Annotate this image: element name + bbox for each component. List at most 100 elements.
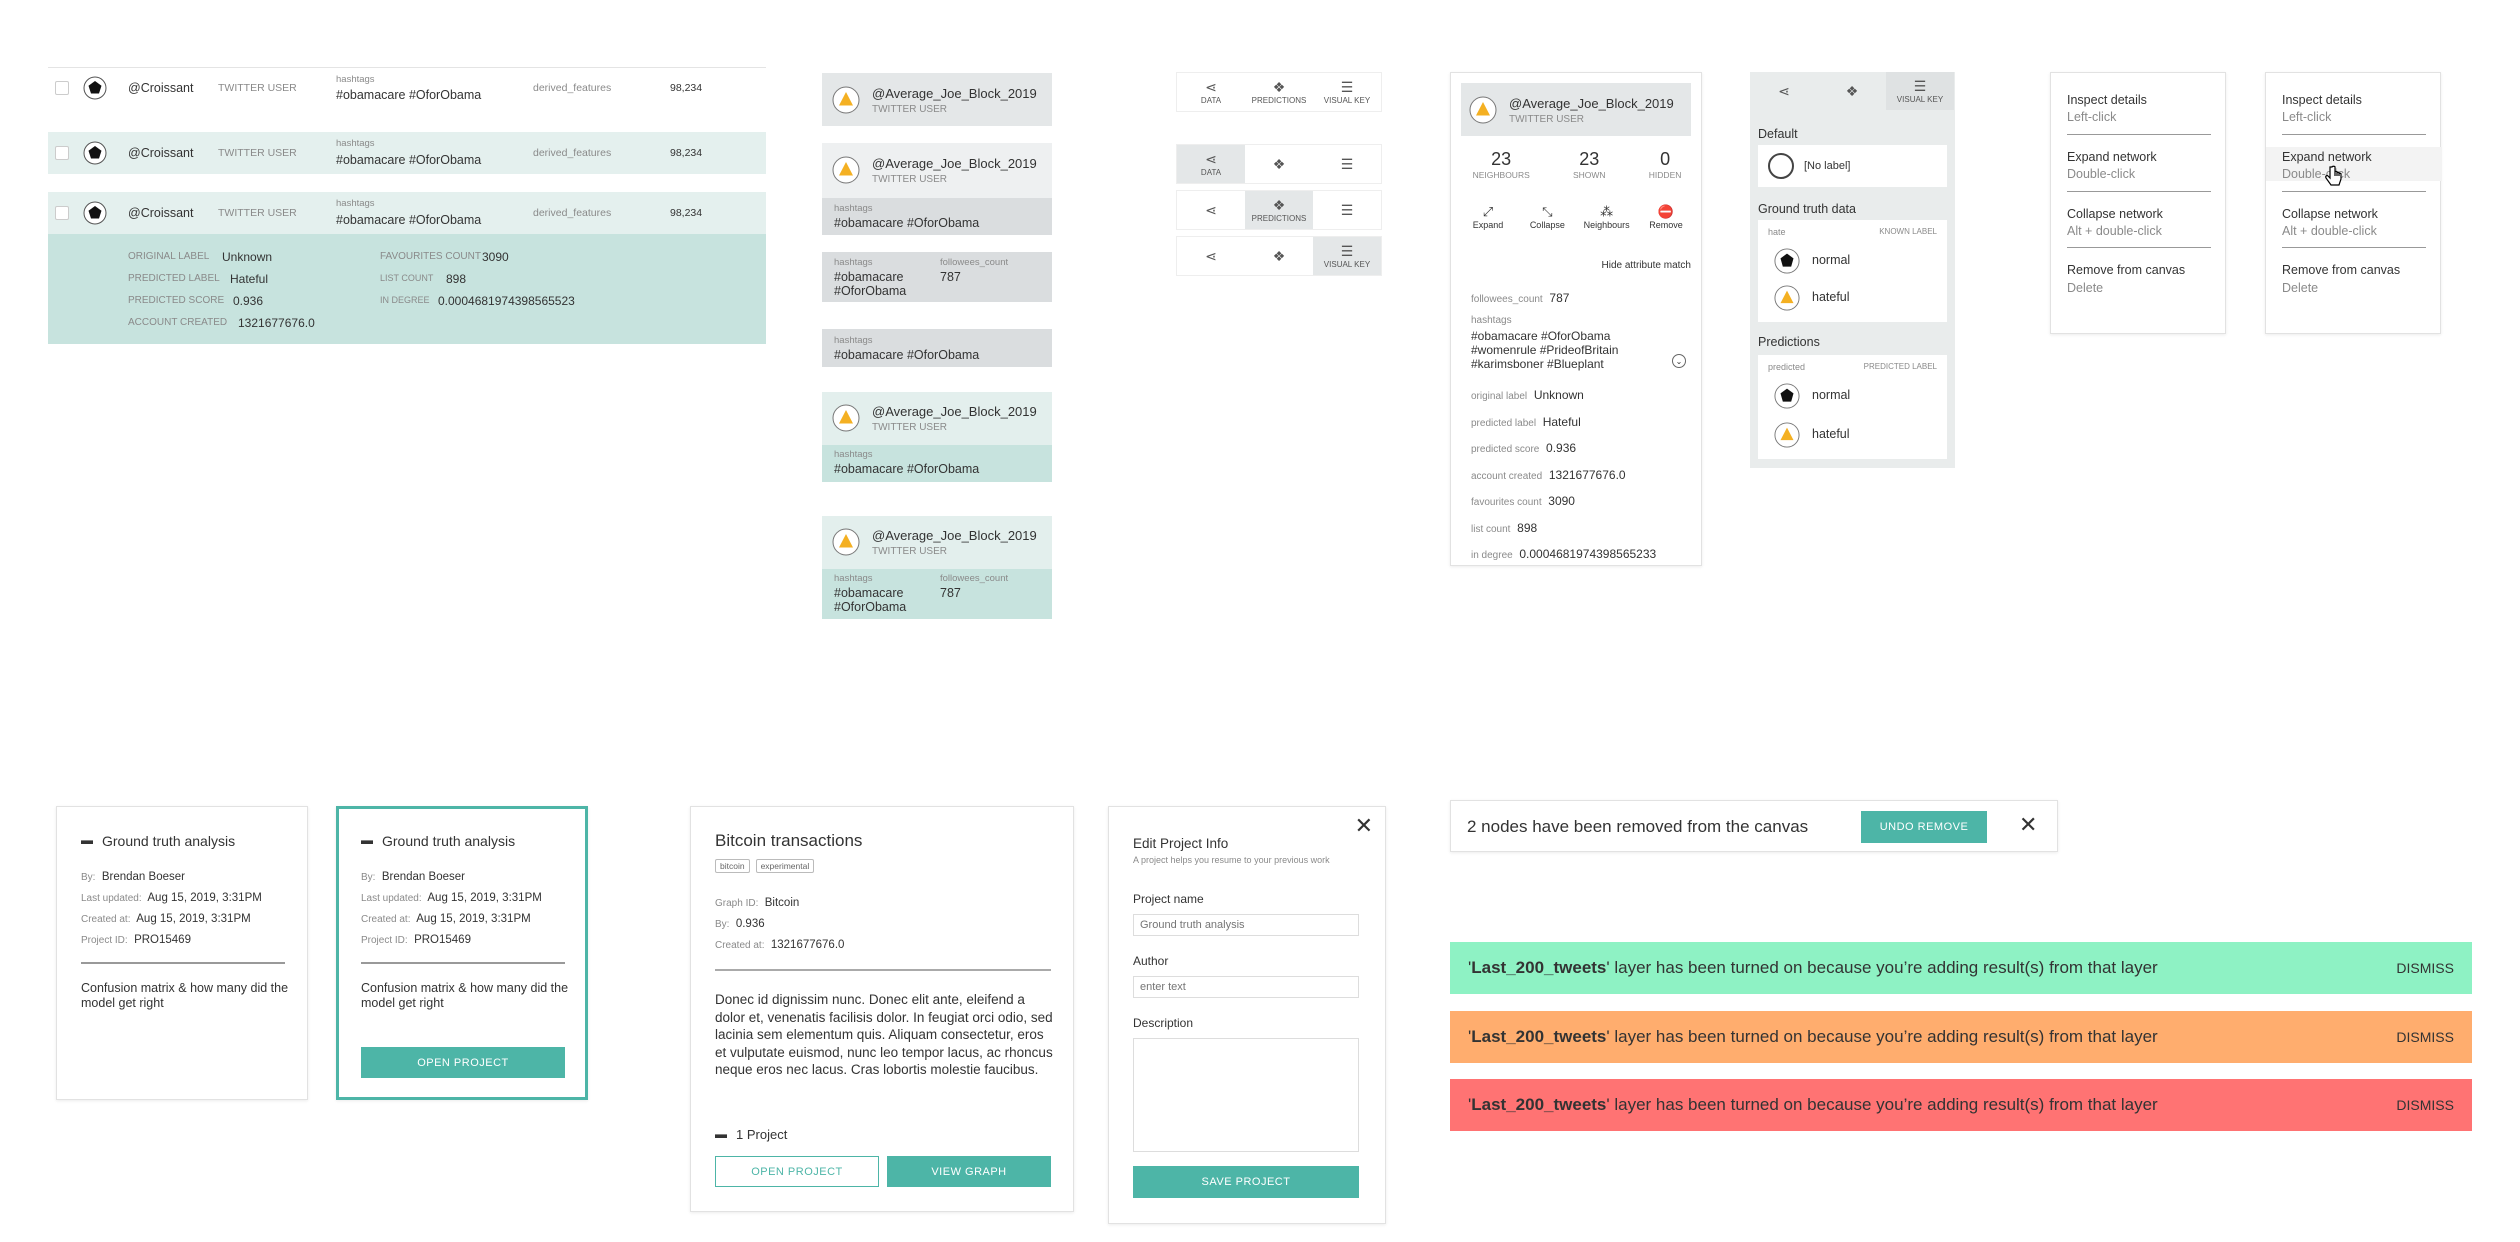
hateful-triangle-icon — [1469, 96, 1497, 124]
chevron-down-icon[interactable]: ⌄ — [1672, 354, 1686, 368]
hateful-triangle-icon — [832, 528, 860, 556]
predictions-icon: ❖ — [1272, 197, 1286, 213]
description-input[interactable] — [1133, 1038, 1359, 1152]
view-graph-button[interactable]: VIEW GRAPH — [887, 1156, 1051, 1187]
tab-visual-key[interactable]: ☰ VISUAL KEY — [1313, 73, 1381, 111]
row-derived: derived_features — [533, 207, 612, 219]
row-handle: @Croissant — [128, 81, 194, 95]
tab-data[interactable]: ⋖ — [1750, 72, 1818, 110]
menu-item-inspect[interactable]: Inspect details Left-click — [2282, 90, 2426, 124]
node-card[interactable]: @Average_Joe_Block_2019 TWITTER USER — [822, 73, 1052, 126]
tab-predictions[interactable]: ❖ — [1245, 145, 1313, 183]
row-value: 98,234 — [670, 207, 703, 219]
user-node-icon — [83, 141, 107, 165]
menu-item-remove[interactable]: Remove from canvas Delete — [2067, 260, 2211, 294]
tab-data[interactable]: ⋖ DATA — [1177, 73, 1245, 111]
project-description: Confusion matrix & how many did the mode… — [81, 981, 289, 1010]
node-card[interactable]: hashtags #obamacare #OforObama — [822, 329, 1052, 367]
hateful-triangle-icon — [1774, 285, 1800, 311]
folder-icon: ▬ — [81, 833, 93, 847]
tag-bitcoin: bitcoin — [715, 859, 750, 873]
table-row[interactable]: @Croissant TWITTER USER hashtags #obamac… — [48, 68, 766, 108]
project-card-selected[interactable]: ▬ Ground truth analysis By: Brendan Boes… — [336, 806, 588, 1100]
row-checkbox[interactable] — [55, 206, 69, 220]
visual-key-panel: ⋖ ❖ ☰ VISUAL KEY Default [No label] Groun… — [1750, 72, 1955, 468]
close-icon[interactable]: ✕ — [1355, 813, 1373, 839]
tab-predictions[interactable]: ❖ — [1245, 237, 1313, 275]
hateful-triangle-icon — [832, 404, 860, 432]
share-icon: ⋖ — [1205, 79, 1217, 95]
tab-data[interactable]: ⋖ — [1177, 237, 1245, 275]
hide-attribute-match-link[interactable]: Hide attribute match — [1602, 260, 1692, 271]
project-title: Ground truth analysis — [102, 833, 236, 849]
menu-item-remove[interactable]: Remove from canvas Delete — [2282, 260, 2426, 294]
row-checkbox[interactable] — [55, 146, 69, 160]
expand-button[interactable]: ⤢ Expand — [1461, 204, 1515, 230]
list-icon: ☰ — [1340, 79, 1354, 95]
tab-visual-key[interactable]: ☰ VISUAL KEY — [1886, 72, 1954, 110]
tab-data[interactable]: ⋖ — [1177, 191, 1245, 229]
row-hashtags: #obamacare #OforObama — [336, 88, 482, 102]
undo-remove-button[interactable]: UNDO REMOVE — [1861, 811, 1987, 843]
row-checkbox[interactable] — [55, 81, 69, 95]
stat-neighbours: 23 NEIGHBOURS — [1472, 149, 1530, 180]
list-icon: ☰ — [1340, 201, 1354, 218]
dismiss-button[interactable]: DISMISS — [2396, 960, 2454, 976]
tab-visual-key[interactable]: ☰ VISUAL KEY — [1313, 237, 1381, 275]
share-icon: ⋖ — [1778, 82, 1790, 99]
tab-predictions[interactable]: ❖ — [1818, 72, 1886, 110]
row-derived: derived_features — [533, 147, 612, 159]
row-user-type: TWITTER USER — [218, 147, 297, 159]
close-icon[interactable]: ✕ — [2019, 812, 2037, 838]
node-card[interactable]: @Average_Joe_Block_2019 TWITTER USER has… — [822, 516, 1052, 619]
open-project-button[interactable]: OPEN PROJECT — [715, 1156, 879, 1187]
row-value: 98,234 — [670, 147, 703, 159]
tab-data[interactable]: ⋖ DATA — [1177, 145, 1245, 183]
table-row-expanded[interactable]: @Croissant TWITTER USER hashtags #obamac… — [48, 192, 766, 234]
save-project-button[interactable]: SAVE PROJECT — [1133, 1166, 1359, 1198]
folder-icon: ▬ — [715, 1127, 727, 1141]
node-card[interactable]: hashtags #obamacare #OforObama followees… — [822, 252, 1052, 302]
menu-item-expand[interactable]: Expand network Double-click — [2067, 147, 2211, 181]
context-menu: Inspect details Left-click Expand network… — [2265, 72, 2442, 334]
open-project-button[interactable]: OPEN PROJECT — [361, 1047, 565, 1078]
row-value: 98,234 — [670, 82, 703, 94]
tab-visual-key[interactable]: ☰ — [1313, 145, 1381, 183]
collapse-button[interactable]: ⤡ Collapse — [1520, 204, 1574, 230]
neighbours-icon: ⁂ — [1600, 204, 1614, 219]
menu-item-expand[interactable]: Expand network Double-click — [2266, 146, 2442, 181]
normal-pentagon-icon — [1774, 248, 1800, 274]
graph-card: Bitcoin transactions bitcoin experimenta… — [690, 806, 1074, 1212]
row-hashtags: #obamacare #OforObama — [336, 213, 482, 227]
hand-cursor-icon — [2325, 165, 2342, 186]
notification-orange: 'Last_200_tweets' layer has been turned … — [1450, 1011, 2472, 1063]
project-card[interactable]: ▬ Ground truth analysis By: Brendan Boes… — [56, 806, 308, 1100]
tab-predictions[interactable]: ❖ PREDICTIONS — [1245, 73, 1313, 111]
tab-predictions[interactable]: ❖ PREDICTIONS — [1245, 191, 1313, 229]
row-hashtags-label: hashtags — [336, 138, 375, 149]
dismiss-button[interactable]: DISMISS — [2396, 1097, 2454, 1113]
node-card[interactable]: @Average_Joe_Block_2019 TWITTER USER has… — [822, 143, 1052, 235]
node-card[interactable]: @Average_Joe_Block_2019 TWITTER USER has… — [822, 392, 1052, 482]
no-label-circle-icon — [1768, 153, 1794, 179]
dismiss-button[interactable]: DISMISS — [2396, 1029, 2454, 1045]
row-derived: derived_features — [533, 82, 612, 94]
menu-item-collapse[interactable]: Collapse network Alt + double-click — [2282, 204, 2426, 238]
hateful-triangle-icon — [832, 156, 860, 184]
share-icon: ⋖ — [1205, 151, 1217, 167]
list-icon: ☰ — [1340, 155, 1354, 172]
table-row[interactable]: @Croissant TWITTER USER hashtags #obamac… — [48, 132, 766, 174]
predictions-icon: ❖ — [1272, 155, 1286, 172]
menu-item-inspect[interactable]: Inspect details Left-click — [2067, 90, 2211, 124]
menu-item-collapse[interactable]: Collapse network Alt + double-click — [2067, 204, 2211, 238]
row-user-type: TWITTER USER — [218, 82, 297, 94]
hateful-triangle-icon — [1774, 422, 1800, 448]
user-node-icon — [83, 76, 107, 100]
stat-hidden: 0 HIDDEN — [1648, 149, 1682, 180]
tab-visual-key[interactable]: ☰ — [1313, 191, 1381, 229]
project-name-input[interactable] — [1133, 914, 1359, 936]
neighbours-button[interactable]: ⁂ Neighbours — [1580, 204, 1634, 230]
author-input[interactable] — [1133, 976, 1359, 998]
remove-button[interactable]: ⛔ Remove — [1639, 204, 1693, 230]
row-user-type: TWITTER USER — [218, 207, 297, 219]
